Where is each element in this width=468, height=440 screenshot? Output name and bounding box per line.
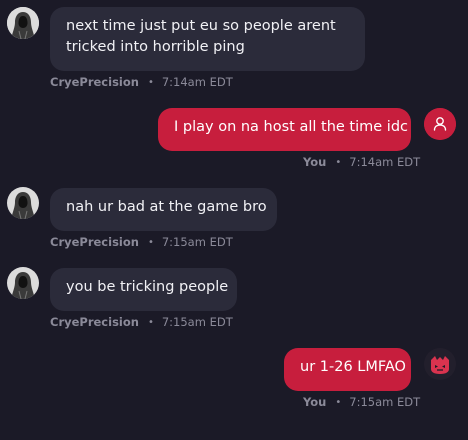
hooded-figure-avatar-icon[interactable] (7, 187, 39, 219)
message-meta: You • 7:14am EDT (303, 155, 420, 169)
meta-separator: • (147, 236, 154, 248)
game-mascot-icon[interactable] (424, 348, 456, 380)
meta-separator: • (147, 316, 154, 328)
message-line: I play on na host all the time idc (174, 119, 408, 135)
hooded-figure-avatar-icon[interactable] (7, 7, 39, 39)
message-line: tricked into horrible ping (66, 39, 245, 55)
message-time: 7:15am EDT (349, 395, 421, 409)
message-bubble[interactable]: next time just put eu so people arent tr… (50, 7, 365, 71)
meta-separator: • (335, 396, 342, 408)
message-author[interactable]: CryePrecision (50, 315, 139, 329)
meta-separator: • (147, 76, 154, 88)
message-author: You (303, 395, 327, 409)
message-bubble[interactable]: ur 1-26 LMFAO (284, 348, 411, 391)
message-author[interactable]: CryePrecision (50, 75, 139, 89)
message-line: next time just put eu so people arent (66, 18, 336, 34)
message-bubble[interactable]: I play on na host all the time idc (158, 108, 411, 151)
message-time: 7:15am EDT (161, 235, 233, 249)
meta-separator: • (335, 156, 342, 168)
message-bubble[interactable]: nah ur bad at the game bro (50, 188, 277, 231)
message-time: 7:14am EDT (161, 75, 233, 89)
message-author: You (303, 155, 327, 169)
message-time: 7:14am EDT (349, 155, 421, 169)
message-meta: CryePrecision • 7:15am EDT (50, 315, 233, 329)
message-author[interactable]: CryePrecision (50, 235, 139, 249)
message-line: nah ur bad at the game bro (66, 199, 267, 215)
message-meta: CryePrecision • 7:14am EDT (50, 75, 233, 89)
user-icon[interactable] (424, 108, 456, 140)
message-time: 7:15am EDT (161, 315, 233, 329)
message-meta: CryePrecision • 7:15am EDT (50, 235, 233, 249)
message-meta: You • 7:15am EDT (303, 395, 420, 409)
message-line: you be tricking people (66, 279, 229, 295)
message-line: ur 1-26 LMFAO (300, 359, 406, 375)
hooded-figure-avatar-icon[interactable] (7, 267, 39, 299)
chat-thread: next time just put eu so people arent tr… (0, 0, 468, 440)
message-bubble[interactable]: you be tricking people (50, 268, 237, 311)
